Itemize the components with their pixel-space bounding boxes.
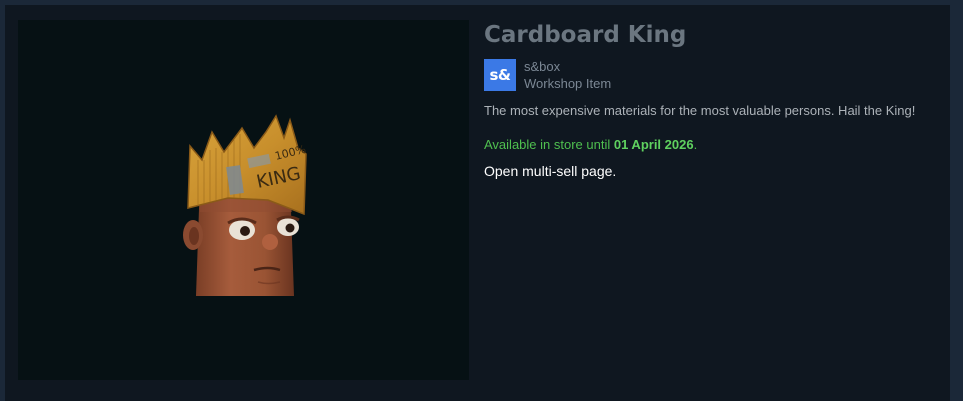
sbox-app-icon[interactable]: s& <box>484 59 516 91</box>
item-image-frame: KING 100% <box>18 20 469 380</box>
availability-suffix: . <box>693 137 698 152</box>
availability-prefix: Available in store until <box>484 137 614 152</box>
app-name: s&box <box>524 59 561 74</box>
item-details: Cardboard King s& s&box Workshop Item Th… <box>484 20 934 180</box>
cardboard-crown: KING 100% <box>187 114 307 216</box>
item-type: Workshop Item <box>524 76 612 91</box>
item-title: Cardboard King <box>484 22 687 48</box>
app-info: s& s&box Workshop Item <box>484 59 934 99</box>
store-availability: Available in store until 01 April 2026. <box>484 136 934 153</box>
inventory-page: KING 100% Cardboard King s& s&box Worksh… <box>0 0 963 401</box>
item-details-panel: KING 100% Cardboard King s& s&box Worksh… <box>5 5 950 401</box>
multi-sell-link[interactable]: Open multi-sell page. <box>484 162 934 180</box>
item-image: KING 100% <box>183 114 307 296</box>
item-description: The most expensive materials for the mos… <box>484 103 916 118</box>
availability-date: 01 April 2026 <box>613 137 694 152</box>
